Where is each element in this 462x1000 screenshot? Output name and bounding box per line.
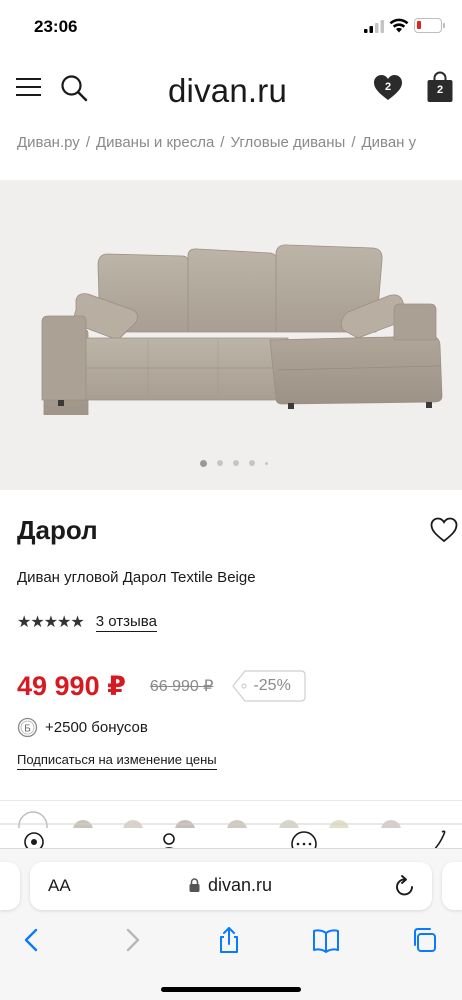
bonus-row: Б +2500 бонусов [17, 715, 148, 739]
tabs-icon[interactable] [410, 926, 438, 954]
bonus-coin-icon: Б [17, 717, 38, 737]
section-divider [0, 800, 462, 801]
breadcrumb-home[interactable]: Диван.ру [17, 134, 80, 151]
bonus-coin-letter: Б [24, 723, 31, 734]
discount-badge: -25% [231, 669, 307, 703]
share-icon[interactable] [215, 926, 243, 954]
add-to-favorites-heart-icon[interactable] [430, 517, 458, 543]
reviews-link[interactable]: 3 отзыва [95, 613, 157, 632]
site-header: divan.ru 2 2 [0, 58, 462, 120]
breadcrumb-corner-sofas[interactable]: Угловые диваны [230, 134, 345, 151]
old-price: 66 990 ₽ [149, 678, 214, 695]
wifi-icon [389, 18, 409, 33]
previous-tab-peek[interactable] [0, 862, 20, 910]
gallery-dot[interactable] [249, 460, 255, 466]
rating-stars: ★★★★★ [17, 614, 85, 631]
breadcrumb-current[interactable]: Диван у [362, 134, 417, 151]
home-indicator [161, 987, 301, 992]
gallery-pagination [200, 459, 268, 467]
search-icon[interactable] [60, 74, 88, 102]
discount-percent: -25% [253, 677, 291, 694]
gallery-dot[interactable] [217, 460, 223, 466]
safari-toolbar: AA divan.ru [0, 848, 462, 1000]
battery-icon [414, 18, 442, 33]
text-size-button[interactable]: AA [48, 876, 71, 896]
lock-icon [189, 878, 200, 892]
hamburger-icon[interactable] [16, 76, 41, 98]
site-logo[interactable]: divan.ru [168, 72, 287, 110]
url-text[interactable]: divan.ru [208, 875, 272, 896]
price-row: 49 990 ₽ 66 990 ₽ -25% [17, 668, 307, 704]
gallery-dot[interactable] [200, 459, 207, 467]
reload-icon[interactable] [394, 874, 416, 898]
price-subscribe-link[interactable]: Подписаться на изменение цены [17, 752, 217, 770]
rating-row: ★★★★★ 3 отзыва [17, 612, 157, 632]
favorites-count: 2 [384, 81, 392, 93]
cellular-signal-icon [364, 20, 384, 33]
back-chevron-left-icon[interactable] [18, 926, 46, 954]
breadcrumb: Диван.ру / Диваны и кресла / Угловые диваны /… [17, 134, 417, 151]
status-bar: 23:06 [0, 0, 462, 54]
product-gallery[interactable] [0, 180, 462, 490]
forward-chevron-right-icon[interactable] [118, 926, 146, 954]
next-tab-peek[interactable] [442, 862, 462, 910]
product-title: Дарол [17, 515, 98, 545]
product-subtitle: Диван угловой Дарол Textile Beige [17, 569, 256, 586]
bonus-text: +2500 бонусов [45, 718, 148, 736]
gallery-dot[interactable] [265, 461, 268, 465]
cart-count: 2 [436, 84, 444, 96]
current-price: 49 990 ₽ [17, 670, 126, 701]
bookmarks-book-icon[interactable] [312, 926, 340, 954]
gallery-dot[interactable] [233, 460, 239, 466]
status-time: 23:06 [34, 17, 78, 36]
address-bar[interactable]: AA divan.ru [30, 862, 432, 910]
breadcrumb-sofas-and-chairs[interactable]: Диваны и кресла [96, 134, 214, 151]
sofa-product-image [41, 244, 443, 415]
